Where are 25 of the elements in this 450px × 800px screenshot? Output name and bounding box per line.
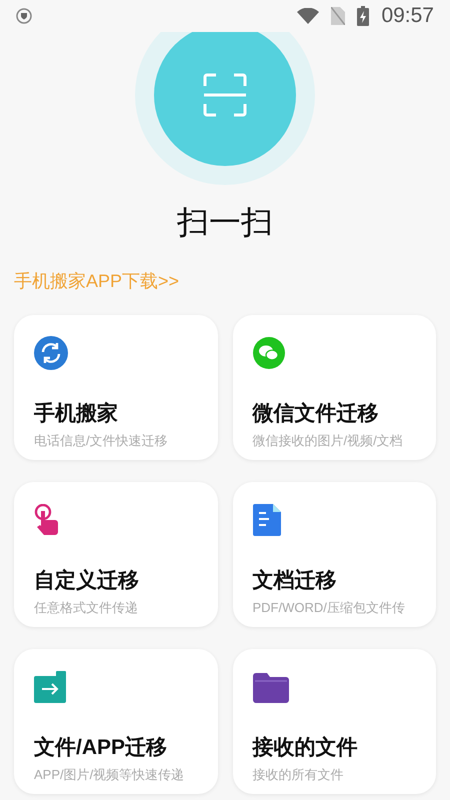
- card-subtitle: PDF/WORD/压缩包文件传: [252, 601, 406, 614]
- card-title: 微信文件迁移: [252, 403, 380, 424]
- card-subtitle: 微信接收的图片/视频/文档: [252, 434, 404, 447]
- card-title: 接收的文件: [252, 737, 358, 758]
- shield-icon: [16, 8, 32, 24]
- feature-card[interactable]: 接收的文件 接收的所有文件: [232, 649, 436, 794]
- card-title: 文件/APP迁移: [34, 737, 168, 758]
- wifi-icon: [297, 8, 320, 24]
- scan-title: 扫一扫: [177, 206, 273, 238]
- feature-card[interactable]: 文档迁移 PDF/WORD/压缩包文件传: [232, 482, 436, 627]
- battery-charging-icon: [357, 6, 370, 26]
- status-time: 09:57: [381, 3, 434, 30]
- card-title: 文档迁移: [252, 570, 338, 591]
- card-subtitle: APP/图片/视频等快速传递: [34, 768, 186, 781]
- card-subtitle: 任意格式文件传递: [34, 601, 139, 614]
- feature-card[interactable]: 自定义迁移 任意格式文件传递: [14, 482, 218, 627]
- card-title: 自定义迁移: [34, 570, 140, 591]
- feature-card[interactable]: 微信文件迁移 微信接收的图片/视频/文档: [232, 315, 436, 460]
- scan-icon: [202, 72, 248, 118]
- card-subtitle: 电话信息/文件快速迁移: [34, 434, 169, 447]
- feature-card[interactable]: 文件/APP迁移 APP/图片/视频等快速传递: [14, 649, 218, 794]
- no-sim-icon: [331, 7, 346, 25]
- card-title: 手机搬家: [34, 403, 119, 424]
- card-subtitle: 接收的所有文件: [252, 768, 344, 781]
- feature-card[interactable]: 手机搬家 电话信息/文件快速迁移: [14, 315, 218, 460]
